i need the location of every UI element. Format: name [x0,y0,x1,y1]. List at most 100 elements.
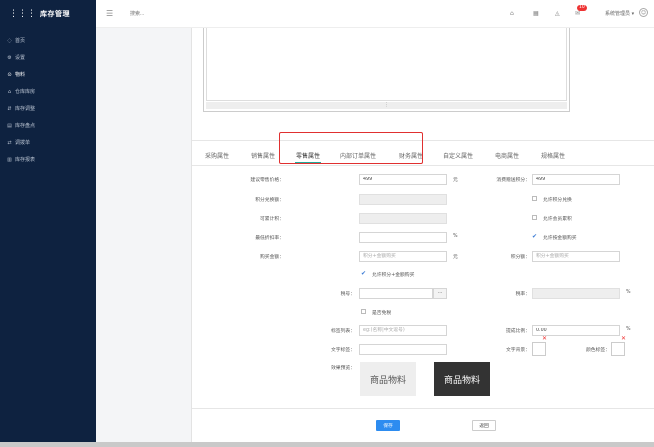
text-tag-label: 文字标签： [331,348,355,353]
tax-rate-unit: % [626,290,631,295]
home-icon: ◌ [7,37,12,44]
clear-text-bg-icon[interactable]: ✕ [542,335,547,342]
grid-icon[interactable]: ▦ [533,10,539,17]
material-form-panel: ⋮ 采购属性 销售属性 零售属性 内部订单属性 财务属性 自定义属性 电商属性 … [191,28,654,442]
sidebar: ⋮⋮⋮ 库存管理 ◌ 首页 ⚙ 设置 ⊙ 物料 ⌂ 仓库库房 ⇵ 库存调整 ▤ 库存盘点 ⇄… [0,0,96,447]
allow-member-checkbox[interactable] [532,215,537,220]
sidebar-item-label: 库存盘点 [15,123,36,129]
search-input[interactable] [130,10,190,18]
sidebar-item-reports[interactable]: ▥ 库存报表 [0,151,96,168]
tax-code-picker-button[interactable]: ··· [433,288,447,299]
min-discount-unit: % [453,234,458,239]
allow-member-label: 允许会员累积 [543,217,572,222]
allow-points-exchange-checkbox[interactable] [532,196,537,201]
sidebar-item-label: 首页 [15,38,26,44]
avatar[interactable]: ☺ [639,8,648,17]
grid-icon: ⋮⋮⋮ [9,8,36,19]
accumulate-input [359,213,447,224]
text-bg-label: 文字背景： [506,348,530,353]
points-exchange-label: 积分兑换额： [255,198,284,203]
editor-resize-handle[interactable]: ⋮ [206,102,567,109]
points-amount-input[interactable] [532,251,620,262]
color-tag-picker[interactable] [611,342,625,356]
editor-body[interactable] [206,28,567,101]
sidebar-item-settings[interactable]: ⚙ 设置 [0,49,96,66]
tax-rate-label: 税率： [515,292,530,297]
notification-badge: 10 [577,5,587,11]
bell-icon[interactable]: ◬ [555,10,560,17]
sidebar-menu: ◌ 首页 ⚙ 设置 ⊙ 物料 ⌂ 仓库库房 ⇵ 库存调整 ▤ 库存盘点 ⇄ 调拨单 ▥ 库存报表 [0,32,96,168]
sidebar-item-label: 物料 [15,72,26,78]
box-icon: ⊙ [7,71,12,78]
commission-unit: % [626,327,631,332]
tab-finance[interactable]: 财务属性 [399,151,423,160]
clipboard-icon: ▤ [7,122,12,129]
app-title: 库存管理 [40,10,70,18]
tab-retail[interactable]: 零售属性 [294,151,322,163]
allow-discount-checkbox[interactable]: ✔ [532,234,538,240]
tax-exempt-label: 是否免税 [372,311,392,316]
sidebar-item-transfer[interactable]: ⇄ 调拨单 [0,134,96,151]
text-tag-input[interactable] [359,344,447,355]
sidebar-item-label: 仓库库房 [15,89,36,95]
allow-points-amount-label: 允许积分+金额购买 [372,273,415,278]
sidebar-item-label: 设置 [15,55,26,61]
sidebar-item-materials[interactable]: ⊙ 物料 [0,66,96,83]
tab-specification[interactable]: 规格属性 [541,151,565,160]
min-discount-label: 最低折扣率： [255,236,284,241]
menu-toggle-icon[interactable]: ☰ [106,9,113,18]
clear-color-tag-icon[interactable]: ✕ [621,335,626,342]
buy-amount-label: 购买金额： [260,255,284,260]
attribute-tabs: 采购属性 销售属性 零售属性 内部订单属性 财务属性 自定义属性 电商属性 规格… [192,140,654,166]
main-content: ⋮ 采购属性 销售属性 零售属性 内部订单属性 财务属性 自定义属性 电商属性 … [96,28,654,442]
retail-price-label: 建议零售价格： [250,178,284,183]
warehouse-icon: ⌂ [7,88,12,95]
sidebar-item-label: 调拨单 [15,140,31,146]
tax-exempt-checkbox[interactable] [361,309,366,314]
tab-purchase[interactable]: 采购属性 [205,151,229,160]
min-discount-input[interactable] [359,232,447,243]
user-menu[interactable]: 系统管理员 ▾ [605,10,634,17]
tax-rate-input [532,288,620,299]
tax-code-label: 税号： [340,292,355,297]
sidebar-item-warehouse[interactable]: ⌂ 仓库库房 [0,83,96,100]
transfer-icon: ⇄ [7,139,12,146]
message-icon[interactable]: ✉ [575,10,580,17]
tag-list-input[interactable] [359,325,447,336]
sidebar-item-home[interactable]: ◌ 首页 [0,32,96,49]
points-amount-label: 积分额： [510,255,530,260]
points-input[interactable] [532,174,620,185]
rich-text-editor[interactable]: ⋮ [203,28,570,112]
color-tag-label: 颜色标签： [586,348,610,353]
allow-points-amount-checkbox[interactable]: ✔ [361,271,367,277]
preview-light: 商品物料 [360,362,416,396]
horizontal-scrollbar[interactable] [0,442,654,447]
sidebar-item-label: 库存报表 [15,157,36,163]
text-bg-color-picker[interactable] [532,342,546,356]
preview-dark: 商品物料 [434,362,490,396]
allow-discount-label: 允许按金额购买 [543,236,577,241]
points-exchange-input [359,194,447,205]
preview-label: 效果预览： [331,366,355,371]
accumulate-label: 可累计积： [260,217,284,222]
chart-icon: ▥ [7,156,12,163]
allow-points-exchange-label: 允许积分兑换 [543,198,572,203]
back-button[interactable]: 返回 [472,420,496,431]
tab-internal-order[interactable]: 内部订单属性 [340,151,376,160]
commission-label: 提成比例： [506,329,530,334]
app-brand[interactable]: ⋮⋮⋮ 库存管理 [0,0,96,28]
gear-icon: ⚙ [7,54,12,61]
tab-sales[interactable]: 销售属性 [251,151,275,160]
save-button[interactable]: 保存 [376,420,400,431]
tab-custom[interactable]: 自定义属性 [443,151,473,160]
sidebar-item-stock-adjust[interactable]: ⇵ 库存调整 [0,100,96,117]
tax-code-input[interactable] [359,288,433,299]
home-icon[interactable]: ⌂ [510,10,514,17]
adjust-icon: ⇵ [7,105,12,112]
buy-amount-input[interactable] [359,251,447,262]
retail-price-input[interactable] [359,174,447,185]
top-bar: ☰ ⌂ ▦ ◬ ✉ 10 系统管理员 ▾ ☺ [96,0,654,28]
sidebar-item-stocktake[interactable]: ▤ 库存盘点 [0,117,96,134]
tab-ecommerce[interactable]: 电商属性 [495,151,519,160]
footer-divider [192,408,654,409]
